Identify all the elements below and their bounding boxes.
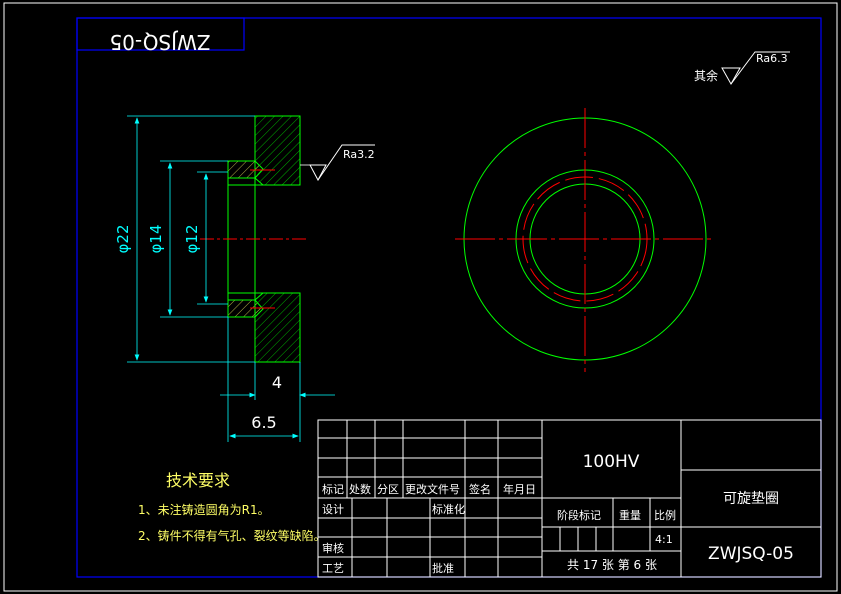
- process-label: 工艺: [322, 562, 344, 575]
- drawing-number: ZWJSQ-05: [708, 544, 794, 564]
- header-label-signature: 签名: [469, 482, 491, 496]
- dim-thickness: 4: [272, 373, 282, 392]
- material-value: 100HV: [583, 452, 640, 472]
- scale-label: 比例: [654, 508, 676, 522]
- dim-total-width: 6.5: [251, 413, 276, 432]
- dim-middle-diameter: φ14: [147, 225, 165, 254]
- local-surface-finish: Ra3.2: [300, 144, 375, 182]
- scale-value: 4:1: [655, 533, 673, 546]
- tech-req-heading: 技术要求: [166, 471, 230, 490]
- sheet-info: 共 17 张 第 6 张: [567, 558, 657, 572]
- header-label-change-doc: 更改文件号: [405, 482, 460, 496]
- dim-inner-diameter: φ12: [183, 225, 201, 254]
- front-view: [455, 108, 715, 372]
- standardize-label: 标准化: [432, 502, 465, 516]
- local-roughness-value: Ra3.2: [343, 148, 375, 161]
- tech-req-item-1: 1、未注铸造圆角为R1。: [138, 502, 270, 517]
- cad-drawing: ZWJSQ-05 其余 Ra6.3 φ22 φ14 φ12 4 6.5 Ra3.…: [3, 2, 838, 592]
- technical-requirements: 技术要求 1、未注铸造圆角为R1。 2、铸件不得有气孔、裂纹等缺陷。: [138, 471, 326, 543]
- weight-label: 重量: [619, 508, 641, 522]
- mirrored-code-box: ZWJSQ-05: [76, 17, 245, 54]
- general-roughness-value: Ra6.3: [756, 52, 788, 65]
- section-view: [200, 115, 308, 363]
- general-finish-label: 其余: [694, 68, 718, 83]
- tech-req-item-2: 2、铸件不得有气孔、裂纹等缺陷。: [138, 528, 326, 543]
- review-label: 审核: [322, 541, 344, 555]
- approve-label: 批准: [432, 561, 454, 575]
- drawing-frame: [3, 2, 838, 592]
- header-label-count: 处数: [349, 483, 371, 496]
- part-name: 可旋垫圈: [723, 491, 779, 507]
- design-label: 设计: [322, 503, 344, 516]
- stage-mark-label: 阶段标记: [557, 508, 601, 522]
- dim-outer-diameter: φ22: [114, 225, 132, 254]
- mirrored-code-text: ZWJSQ-05: [109, 30, 210, 54]
- general-surface-finish: 其余 Ra6.3: [694, 51, 790, 86]
- header-label-mark: 标记: [322, 482, 344, 496]
- header-label-date: 年月日: [503, 482, 536, 496]
- header-label-zone: 分区: [377, 483, 399, 496]
